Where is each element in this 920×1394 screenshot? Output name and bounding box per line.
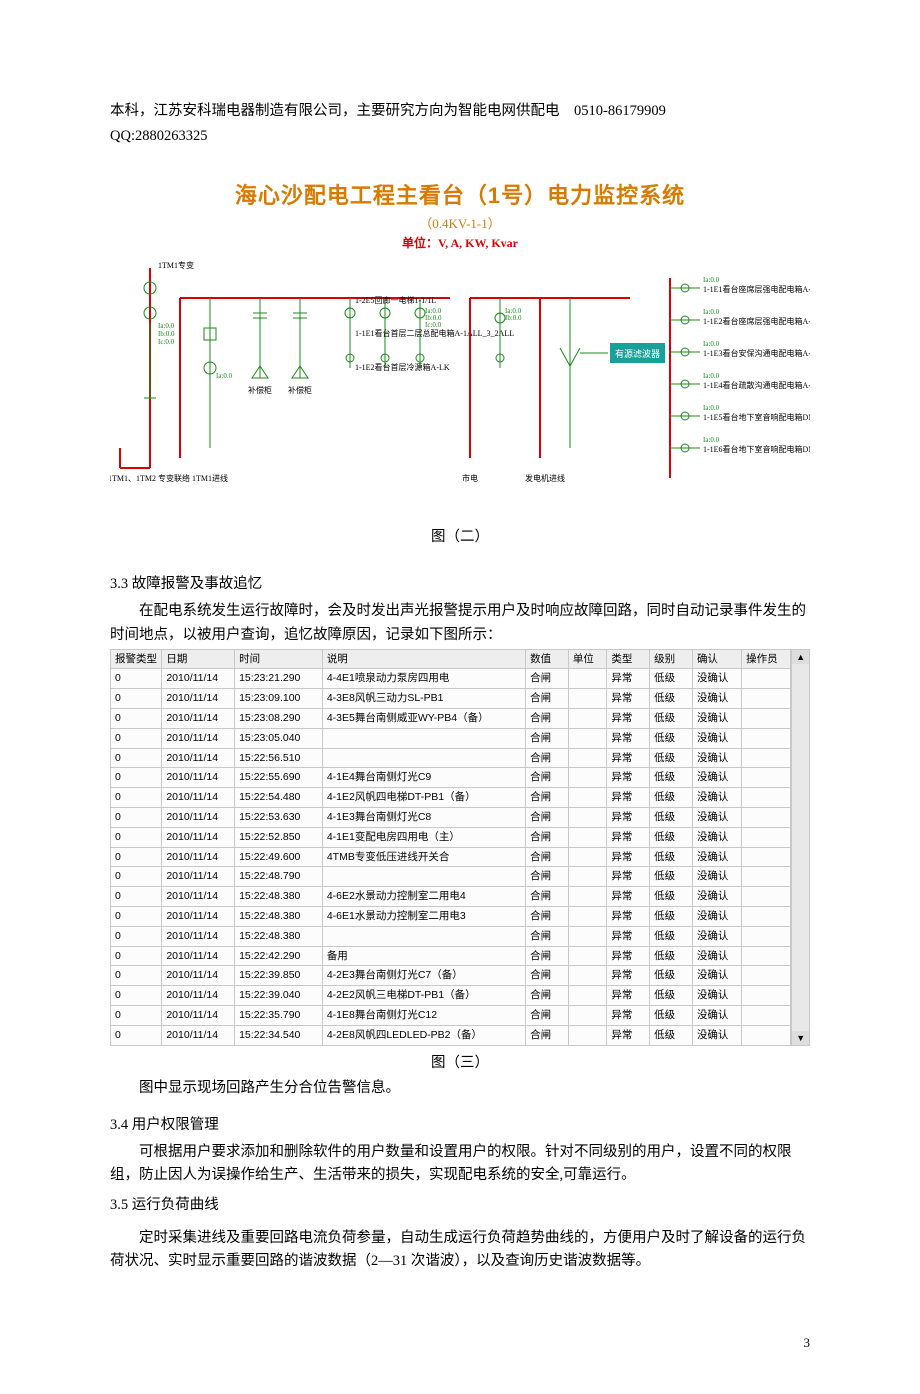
alarm-col-header: 类型	[607, 649, 650, 669]
diagram-subtitle: （0.4KV-1-1）	[110, 214, 810, 235]
svg-text:Ia:0.0: Ia:0.0	[158, 322, 175, 330]
svg-text:补偿柜: 补偿柜	[248, 385, 272, 395]
alarm-col-header: 单位	[568, 649, 607, 669]
table-row: 02010/11/1415:22:42.290备用合闸异常低级没确认	[111, 946, 791, 966]
table-row: 02010/11/1415:22:48.380合闸异常低级没确认	[111, 926, 791, 946]
alarm-col-header: 报警类型	[111, 649, 162, 669]
svg-text:1-2E5回廊一电梯1-1/1L: 1-2E5回廊一电梯1-1/1L	[355, 295, 436, 305]
header-author-line: 本科，江苏安科瑞电器制造有限公司，主要研究方向为智能电网供配电 0510-861…	[110, 100, 810, 123]
svg-text:1TM1专变: 1TM1专变	[158, 260, 194, 270]
table-row: 02010/11/1415:22:39.8504-2E3舞台南侧灯光C7（备）合…	[111, 966, 791, 986]
alarm-col-header: 说明	[322, 649, 525, 669]
section-3-4-para: 可根据用户要求添加和删除软件的用户数量和设置用户的权限。针对不同级别的用户，设置…	[110, 1141, 810, 1187]
table-row: 02010/11/1415:22:35.7904-1E8舞台南侧灯光C12合闸异…	[111, 1006, 791, 1026]
table-row: 02010/11/1415:22:48.3804-6E2水景动力控制室二用电4合…	[111, 887, 791, 907]
svg-text:1-1E1看台座席层强电配电箱A-XD1（主）: 1-1E1看台座席层强电配电箱A-XD1（主）	[703, 284, 810, 294]
table-row: 02010/11/1415:22:48.3804-6E1水景动力控制室二用电3合…	[111, 907, 791, 927]
svg-text:Ia:0.0: Ia:0.0	[703, 276, 720, 284]
svg-text:1TM1进线: 1TM1进线	[192, 473, 228, 483]
figure-3-followup: 图中显示现场回路产生分合位告警信息。	[110, 1077, 810, 1100]
section-3-3-head: 3.3 故障报警及事故追忆	[110, 573, 810, 596]
scroll-down-arrow[interactable]: ▼	[792, 1031, 809, 1045]
svg-text:Ia:0.0: Ia:0.0	[216, 372, 233, 380]
table-row: 02010/11/1415:22:54.4804-1E2风帆四电梯DT-PB1（…	[111, 788, 791, 808]
svg-text:1-1E2看台首层冷源箱A-LK: 1-1E2看台首层冷源箱A-LK	[355, 362, 450, 372]
svg-text:Ib:0.0: Ib:0.0	[505, 314, 522, 322]
figure-3-alarm-table: 报警类型日期时间说明数值单位类型级别确认操作员 02010/11/1415:23…	[110, 649, 810, 1046]
diagram-title: 海心沙配电工程主看台（1号）电力监控系统	[110, 178, 810, 213]
svg-text:Ia:0.0: Ia:0.0	[703, 436, 720, 444]
table-row: 02010/11/1415:22:49.6004TMB专变低压进线开关合合闸异常…	[111, 847, 791, 867]
table-row: 02010/11/1415:23:21.2904-4E1喷泉动力泵房四用电合闸异…	[111, 669, 791, 689]
svg-text:Ia:0.0: Ia:0.0	[703, 404, 720, 412]
svg-text:1-1E3看台安保沟通电配电箱A-1YD（主）: 1-1E3看台安保沟通电配电箱A-1YD（主）	[703, 348, 810, 358]
header-qq-line: QQ:2880263325	[110, 125, 810, 148]
label-tm1tm2: 1TM1、1TM2 专变联络	[110, 473, 190, 483]
section-3-5-head: 3.5 运行负荷曲线	[110, 1194, 810, 1217]
svg-text:1-1E2看台座席层强电配电箱A-XD2（主）: 1-1E2看台座席层强电配电箱A-XD2（主）	[703, 316, 810, 326]
alarm-col-header: 确认	[692, 649, 741, 669]
table-row: 02010/11/1415:22:56.510合闸异常低级没确认	[111, 748, 791, 768]
section-3-3-para: 在配电系统发生运行故障时，会及时发出声光报警提示用户及时响应故障回路，同时自动记…	[110, 600, 810, 646]
table-row: 02010/11/1415:22:48.790合闸异常低级没确认	[111, 867, 791, 887]
figure-3-caption: 图（三）	[110, 1052, 810, 1075]
table-row: 02010/11/1415:23:05.040合闸异常低级没确认	[111, 728, 791, 748]
svg-text:1-1E4看台疏散沟通电配电箱A-1YD2（主）: 1-1E4看台疏散沟通电配电箱A-1YD2（主）	[703, 380, 810, 390]
svg-text:Ia:0.0: Ia:0.0	[703, 308, 720, 316]
table-row: 02010/11/1415:22:53.6304-1E3舞台南侧灯光C8合闸异常…	[111, 808, 791, 828]
section-3-4-head: 3.4 用户权限管理	[110, 1114, 810, 1137]
table-row: 02010/11/1415:22:34.5404-2E8风帆四LEDLED-PB…	[111, 1025, 791, 1045]
scroll-up-arrow[interactable]: ▲	[792, 650, 809, 664]
table-row: 02010/11/1415:22:39.0404-2E2风帆三电梯DT-PB1（…	[111, 986, 791, 1006]
figure-2-caption: 图（二）	[110, 526, 810, 549]
alarm-col-header: 级别	[650, 649, 693, 669]
svg-text:1-1E6看台地下室音响配电箱DM-PB2（主）: 1-1E6看台地下室音响配电箱DM-PB2（主）	[703, 444, 810, 454]
alarm-col-header: 操作员	[742, 649, 791, 669]
table-row: 02010/11/1415:23:09.1004-3E8风帆三动力SL-PB1合…	[111, 689, 791, 709]
svg-text:1-1E5看台地下室音响配电箱DM-PB1（主）: 1-1E5看台地下室音响配电箱DM-PB1（主）	[703, 412, 810, 422]
table-scrollbar[interactable]: ▲ ▼	[791, 649, 810, 1046]
table-row: 02010/11/1415:23:08.2904-3E5舞台南侧威亚WY-PB4…	[111, 709, 791, 729]
alarm-col-header: 日期	[162, 649, 235, 669]
single-line-diagram-svg: 1TM1专变 Ia:0.0 Ib:0.0 Ic:0.0 Ia:0.0	[110, 258, 810, 498]
alarm-col-header: 时间	[235, 649, 323, 669]
svg-text:1-1E1看台首层二层总配电箱A-1ALL_3_2ALL: 1-1E1看台首层二层总配电箱A-1ALL_3_2ALL	[355, 328, 514, 338]
table-row: 02010/11/1415:22:52.8504-1E1变配电房四用电（主）合闸…	[111, 827, 791, 847]
svg-text:Ic:0.0: Ic:0.0	[425, 321, 442, 329]
svg-text:市电: 市电	[462, 473, 478, 483]
table-row: 02010/11/1415:22:55.6904-1E4舞台南侧灯光C9合闸异常…	[111, 768, 791, 788]
svg-text:Ic:0.0: Ic:0.0	[158, 338, 175, 346]
diagram-unit-label: 单位：V, A, KW, Kvar	[110, 234, 810, 253]
alarm-table: 报警类型日期时间说明数值单位类型级别确认操作员 02010/11/1415:23…	[110, 649, 791, 1046]
svg-text:Ia:0.0: Ia:0.0	[703, 372, 720, 380]
svg-text:发电机进线: 发电机进线	[525, 473, 565, 483]
svg-text:有源滤波器: 有源滤波器	[615, 348, 660, 359]
page-number: 3	[110, 1333, 810, 1354]
section-3-5-para: 定时采集进线及重要回路电流负荷参量，自动生成运行负荷趋势曲线的，方便用户及时了解…	[110, 1227, 810, 1273]
alarm-col-header: 数值	[526, 649, 569, 669]
svg-text:Ia:0.0: Ia:0.0	[703, 340, 720, 348]
svg-text:补偿柜: 补偿柜	[288, 385, 312, 395]
figure-2-diagram: 海心沙配电工程主看台（1号）电力监控系统 （0.4KV-1-1） 单位：V, A…	[110, 178, 810, 506]
svg-text:Ib:0.0: Ib:0.0	[158, 330, 175, 338]
